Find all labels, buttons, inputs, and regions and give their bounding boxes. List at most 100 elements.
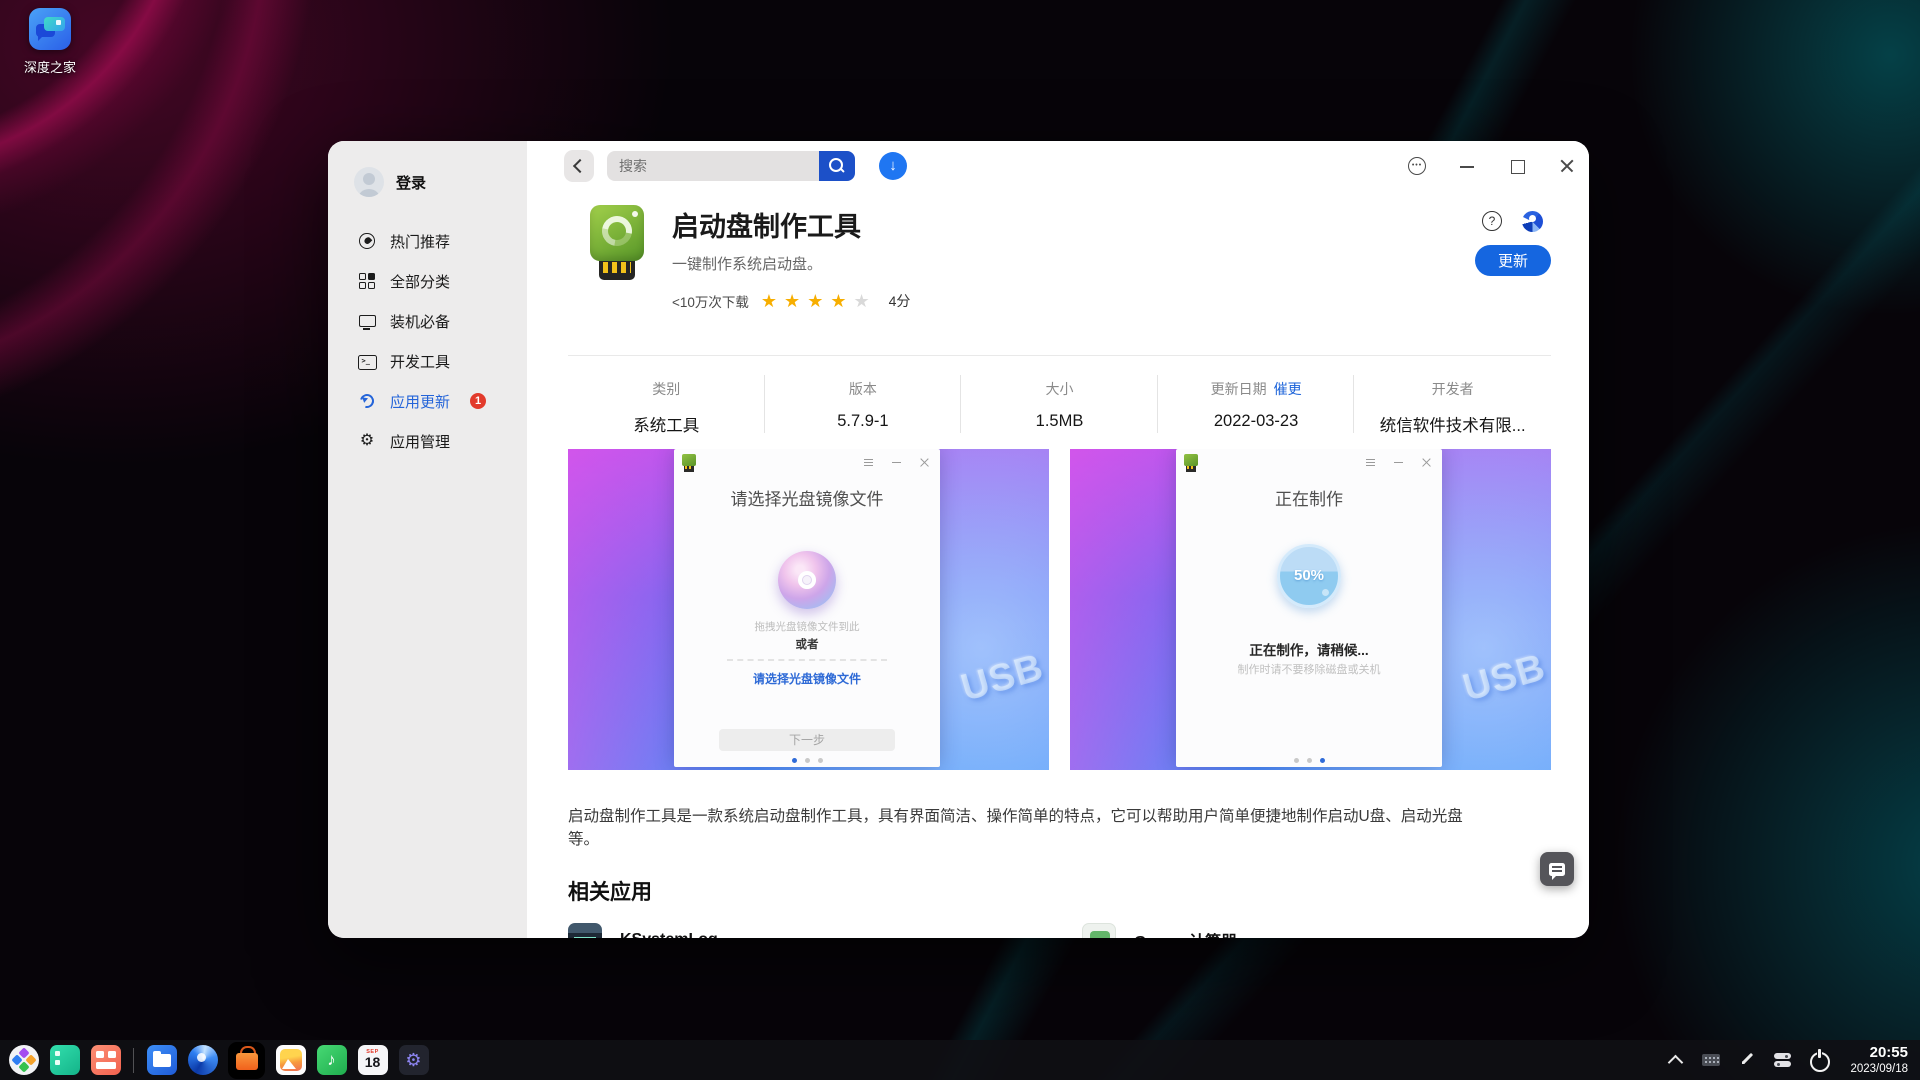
sidebar-item-label: 应用更新 [390,393,451,411]
monitor-icon [358,312,376,330]
app-info-row: 类别 系统工具 版本 5.7.9-1 大小 1.5MB 更新日期 催更 2022-… [568,371,1551,436]
sidebar-item-label: 应用管理 [390,433,451,451]
sidebar-item-label: 热门推荐 [390,233,451,251]
carousel-dots [1176,758,1442,763]
rating-stars [761,291,877,311]
photos-icon[interactable] [275,1045,306,1076]
refresh-icon [358,392,376,410]
sidebar-item-label: 装机必备 [390,313,451,331]
comment-icon [1549,862,1565,880]
close-icon [1421,457,1432,468]
music-icon[interactable]: ♪ [316,1045,347,1076]
screenshot-2[interactable]: USB 正在制作 50% 正在制作，请稍候... 制作时请不要移除磁盘或关机 [1070,449,1551,770]
mini-app-icon [682,454,696,472]
sidebar: 登录 热门推荐 全部分类 装机必备 开发工具 应用更新 1 [328,141,527,938]
close-icon[interactable] [1557,156,1577,176]
sidebar-item-label: 开发工具 [390,353,451,371]
app-actions: ? 更新 [1475,211,1551,276]
update-button[interactable]: 更新 [1475,245,1551,276]
app-icon [590,205,644,311]
dock: ♪ SEP 18 ⚙ [8,1041,429,1079]
info-update-date: 更新日期 催更 2022-03-23 [1158,371,1355,436]
feedback-button[interactable] [1540,852,1574,886]
screenshot-1[interactable]: USB 请选择光盘镜像文件 拖拽光盘镜像文件到此 或者 请选择光盘镜像文件 下一… [568,449,1049,770]
main-content: ↓ 启动盘制作工具 一键制作系统启动盘。 <10万次下载 [527,141,1589,938]
control-center-icon[interactable]: ⚙ [398,1045,429,1076]
keyboard-icon[interactable] [1702,1051,1721,1069]
help-icon[interactable]: ? [1482,211,1502,231]
search-input[interactable] [607,151,819,181]
screenshot-title: 请选择光盘镜像文件 [730,490,884,509]
launcher-icon[interactable] [8,1045,39,1076]
login-label: 登录 [396,174,427,192]
info-size: 大小 1.5MB [961,371,1158,436]
sidebar-item-essentials[interactable]: 装机必备 [328,301,527,341]
browser-icon[interactable] [187,1045,218,1076]
sidebar-item-updates[interactable]: 应用更新 1 [328,381,527,421]
clock-date: 2023/09/18 [1850,1063,1908,1076]
flame-icon [358,232,376,250]
progress-status: 正在制作，请稍候... [1249,643,1369,658]
workspaces-icon[interactable] [49,1045,80,1076]
dock-separator [133,1047,134,1073]
or-label: 或者 [795,639,819,651]
info-version: 版本 5.7.9-1 [765,371,962,436]
download-count: <10万次下载 [672,295,749,310]
hamburger-icon [1365,457,1376,468]
chat-bubble-icon [44,17,65,31]
system-tray: 20:55 2023/09/18 [1666,1043,1912,1077]
screenshot-carousel: USB 请选择光盘镜像文件 拖拽光盘镜像文件到此 或者 请选择光盘镜像文件 下一… [568,449,1551,770]
sidebar-item-label: 全部分类 [390,273,451,291]
app-header: 启动盘制作工具 一键制作系统启动盘。 <10万次下载 4分 [590,205,910,311]
tray-expand-icon[interactable] [1666,1051,1684,1069]
related-app-ksystemlog[interactable]: KSystemLog [568,923,718,938]
desktop-shortcut-deepin-home[interactable]: 深度之家 [14,8,86,76]
deepin-logo-icon[interactable] [1522,211,1543,232]
power-icon[interactable] [1810,1049,1831,1072]
clock[interactable]: 20:55 2023/09/18 [1850,1043,1908,1077]
carousel-dots [674,758,940,763]
urge-update-link[interactable]: 催更 [1274,381,1302,397]
grid-icon [358,272,376,290]
calendar-icon[interactable]: SEP 18 [357,1045,388,1076]
mini-app-icon [1184,454,1198,472]
app-store-icon[interactable] [228,1041,265,1079]
minimize-icon[interactable] [1457,156,1477,176]
info-category: 类别 系统工具 [568,371,765,436]
hamburger-icon [863,457,874,468]
info-developer: 开发者 统信软件技术有限... [1379,381,1526,435]
minimize-icon [891,457,902,468]
back-button[interactable] [564,150,594,182]
calculator-icon [1082,923,1116,938]
sidebar-item-categories[interactable]: 全部分类 [328,261,527,301]
usb-3d-letters: USB [956,646,1049,710]
screenshot-title: 正在制作 [1275,490,1343,509]
maximize-icon[interactable] [1507,156,1527,176]
sidebar-item-app-manager[interactable]: ⚙ 应用管理 [328,421,527,461]
file-manager-icon[interactable] [146,1045,177,1076]
sidebar-item-hot[interactable]: 热门推荐 [328,221,527,261]
rating-label: 4分 [888,293,911,309]
app-description: 启动盘制作工具是一款系统启动盘制作工具，具有界面简洁、操作简单的特点，它可以帮助… [568,808,1463,849]
login-button[interactable]: 登录 [354,167,527,197]
sidebar-item-dev-tools[interactable]: 开发工具 [328,341,527,381]
deepin-home-icon [29,8,71,50]
app-subtitle: 一键制作系统启动盘。 [672,256,823,273]
toggles-icon[interactable] [1774,1051,1792,1069]
menu-icon[interactable] [1407,156,1427,176]
terminal-icon [358,352,377,370]
clock-time: 20:55 [1869,1043,1908,1061]
drop-hint: 拖拽光盘镜像文件到此 [754,621,860,633]
search-icon[interactable] [819,151,855,181]
ksystemlog-icon [568,923,602,938]
input-pen-icon[interactable] [1738,1051,1756,1069]
window-controls [1407,156,1577,176]
app-store-window: 登录 热门推荐 全部分类 装机必备 开发工具 应用更新 1 [328,141,1589,938]
taskbar: ♪ SEP 18 ⚙ 20:55 2023/09/18 [0,1040,1920,1080]
download-manager-button[interactable]: ↓ [879,152,907,180]
related-app-gnome-calculator[interactable]: Gnome计算器 [1082,923,1237,938]
multitasking-icon[interactable] [90,1045,121,1076]
screenshot-app-window: 请选择光盘镜像文件 拖拽光盘镜像文件到此 或者 请选择光盘镜像文件 下一步 [674,449,940,767]
progress-warning: 制作时请不要移除磁盘或关机 [1237,664,1381,676]
avatar [354,167,384,197]
